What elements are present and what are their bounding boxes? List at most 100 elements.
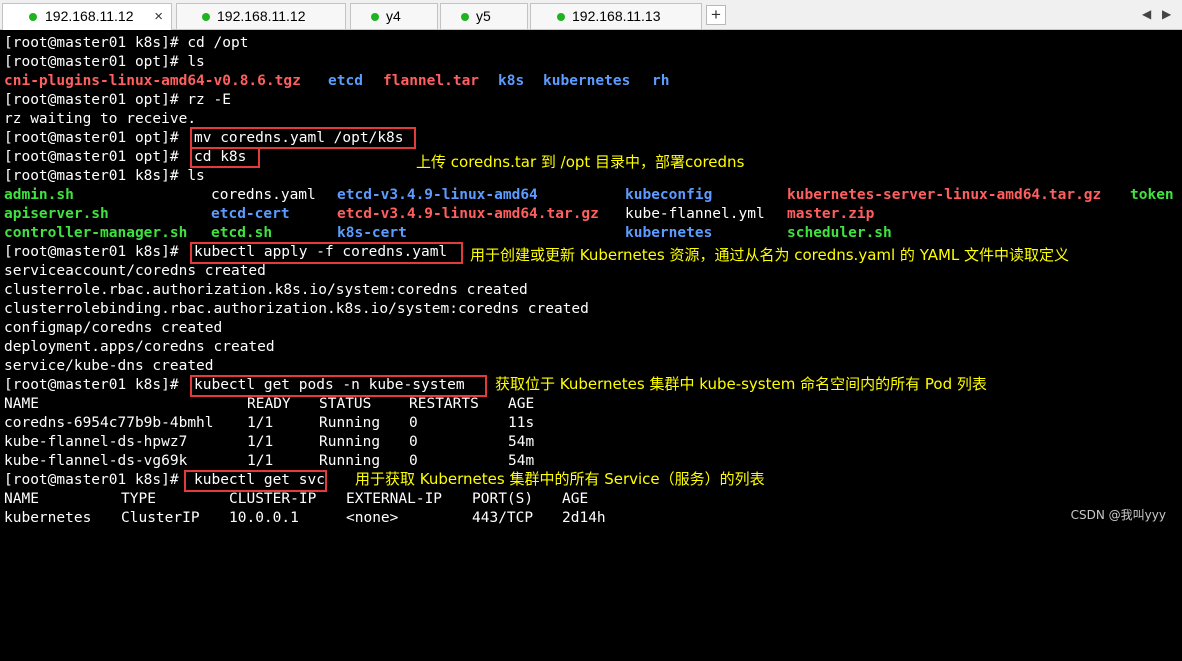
shell-prompt: [root@master01 k8s]# <box>4 472 188 488</box>
tab-label: y5 <box>476 8 491 24</box>
prev-tab-icon[interactable]: ◀ <box>1142 7 1151 21</box>
pods-table-header: NAME READY STATUS RESTARTS AGE <box>4 395 604 414</box>
column-header: TYPE <box>121 491 156 507</box>
pod-status: Running <box>319 434 381 450</box>
close-tab-icon[interactable]: × <box>154 4 163 29</box>
pod-ready: 1/1 <box>247 415 274 431</box>
terminal-area[interactable]: [root@master01 k8s]# cd /opt [root@maste… <box>0 30 1182 532</box>
file-archive: master.zip <box>787 206 875 222</box>
terminal-line: rz waiting to receive. <box>4 111 197 127</box>
pod-age: 54m <box>508 453 535 469</box>
terminal-line: [root@master01 k8s]# ls <box>4 168 205 184</box>
ls-row: admin.sh coredns.yaml etcd-v3.4.9-linux-… <box>4 186 1179 205</box>
connected-dot-icon <box>29 13 37 21</box>
file-executable: token <box>1130 187 1174 203</box>
file-directory: kubernetes <box>625 225 713 241</box>
shell-prompt: [root@master01 opt]# <box>4 130 188 146</box>
column-header: STATUS <box>319 396 372 412</box>
file-directory: kubeconfig <box>625 187 713 203</box>
new-tab-button[interactable]: + <box>706 5 726 25</box>
shell-prompt: [root@master01 opt]# <box>4 149 188 165</box>
annotation-apply: 用于创建或更新 Kubernetes 资源，通过从名为 coredns.yaml… <box>470 246 1070 264</box>
tab-192-168-11-12[interactable]: 192.168.11.12 <box>176 3 346 29</box>
terminal-line: clusterrolebinding.rbac.authorization.k8… <box>4 301 589 317</box>
tab-bar: 192.168.11.12 × 192.168.11.12 y4 y5 192.… <box>0 0 1182 30</box>
svc-ports: 443/TCP <box>472 510 534 526</box>
tab-label: 192.168.11.13 <box>572 8 661 24</box>
column-header: READY <box>247 396 291 412</box>
table-row: kubernetes ClusterIP 10.0.0.1 <none> 443… <box>4 509 624 528</box>
file-plain: kube-flannel.yml <box>625 206 765 222</box>
column-header: PORT(S) <box>472 491 534 507</box>
tab-label: 192.168.11.12 <box>45 8 134 24</box>
annotation-get-svc: 用于获取 Kubernetes 集群中的所有 Service（服务）的列表 <box>355 470 765 488</box>
tab-label: y4 <box>386 8 401 24</box>
column-header: CLUSTER-IP <box>229 491 317 507</box>
file-archive: flannel.tar <box>383 73 480 89</box>
pod-restarts: 0 <box>409 415 418 431</box>
annotation-upload: 上传 coredns.tar 到 /opt 目录中，部署coredns <box>416 153 745 171</box>
file-executable: apiserver.sh <box>4 206 109 222</box>
file-archive: kubernetes-server-linux-amd64.tar.gz <box>787 187 1102 203</box>
highlight-box-mv <box>190 127 416 149</box>
column-header: EXTERNAL-IP <box>346 491 443 507</box>
pod-status: Running <box>319 415 381 431</box>
column-header: AGE <box>508 396 535 412</box>
column-header: AGE <box>562 491 589 507</box>
highlight-box-apply <box>190 242 463 264</box>
tab-label: 192.168.11.12 <box>217 8 306 24</box>
ls-row: apiserver.sh etcd-cert etcd-v3.4.9-linux… <box>4 205 1179 224</box>
terminal-line: clusterrole.rbac.authorization.k8s.io/sy… <box>4 282 528 298</box>
svc-external-ip: <none> <box>346 510 399 526</box>
svc-cluster-ip: 10.0.0.1 <box>229 510 299 526</box>
highlight-box-get-pods <box>190 375 487 397</box>
file-directory: kubernetes <box>543 73 631 89</box>
file-directory: etcd-cert <box>211 206 290 222</box>
file-directory: etcd-v3.4.9-linux-amd64 <box>337 187 538 203</box>
pod-ready: 1/1 <box>247 453 274 469</box>
next-tab-icon[interactable]: ▶ <box>1162 7 1171 21</box>
terminal-line: [root@master01 opt]# ls <box>4 54 205 70</box>
file-executable: scheduler.sh <box>787 225 892 241</box>
pod-restarts: 0 <box>409 434 418 450</box>
terminal-line: configmap/coredns created <box>4 320 223 336</box>
pod-name: coredns-6954c77b9b-4bmhl <box>4 415 214 431</box>
highlight-box-cd <box>190 147 260 168</box>
terminal-line: serviceaccount/coredns created <box>4 263 266 279</box>
column-header: NAME <box>4 396 39 412</box>
file-archive: cni-plugins-linux-amd64-v0.8.6.tgz <box>4 73 301 89</box>
annotation-get-pods: 获取位于 Kubernetes 集群中 kube-system 命名空间内的所有… <box>495 375 987 393</box>
tab-192-168-11-12-active[interactable]: 192.168.11.12 × <box>2 3 172 30</box>
table-row: kube-flannel-ds-vg69k 1/1 Running 0 54m <box>4 452 604 471</box>
shell-prompt: [root@master01 k8s]# <box>4 377 188 393</box>
file-executable: controller-manager.sh <box>4 225 188 241</box>
connected-dot-icon <box>461 13 469 21</box>
pod-name: kube-flannel-ds-hpwz7 <box>4 434 188 450</box>
highlight-box-get-svc <box>184 470 327 492</box>
pod-restarts: 0 <box>409 453 418 469</box>
terminal-line: [root@master01 k8s]# cd /opt <box>4 35 249 51</box>
file-executable: etcd.sh <box>211 225 273 241</box>
terminal-line: [root@master01 opt]# rz -E <box>4 92 231 108</box>
table-row: coredns-6954c77b9b-4bmhl 1/1 Running 0 1… <box>4 414 604 433</box>
svc-age: 2d14h <box>562 510 606 526</box>
connected-dot-icon <box>371 13 379 21</box>
terminal-line: deployment.apps/coredns created <box>4 339 275 355</box>
column-header: RESTARTS <box>409 396 479 412</box>
column-header: NAME <box>4 491 39 507</box>
connected-dot-icon <box>202 13 210 21</box>
file-archive: etcd-v3.4.9-linux-amd64.tar.gz <box>337 206 599 222</box>
watermark: CSDN @我叫yyy <box>1070 508 1166 522</box>
pod-name: kube-flannel-ds-vg69k <box>4 453 188 469</box>
pod-ready: 1/1 <box>247 434 274 450</box>
tab-y4[interactable]: y4 <box>350 3 438 29</box>
table-row: kube-flannel-ds-hpwz7 1/1 Running 0 54m <box>4 433 604 452</box>
svc-name: kubernetes <box>4 510 92 526</box>
ls-row: controller-manager.sh etcd.sh k8s-cert k… <box>4 224 1179 243</box>
connected-dot-icon <box>557 13 565 21</box>
tab-192-168-11-13[interactable]: 192.168.11.13 <box>530 3 702 29</box>
file-directory: etcd <box>328 73 363 89</box>
file-directory: k8s-cert <box>337 225 407 241</box>
terminal-line-ls-opt: cni-plugins-linux-amd64-v0.8.6.tgz etcd … <box>4 72 1174 91</box>
tab-y5[interactable]: y5 <box>440 3 528 29</box>
